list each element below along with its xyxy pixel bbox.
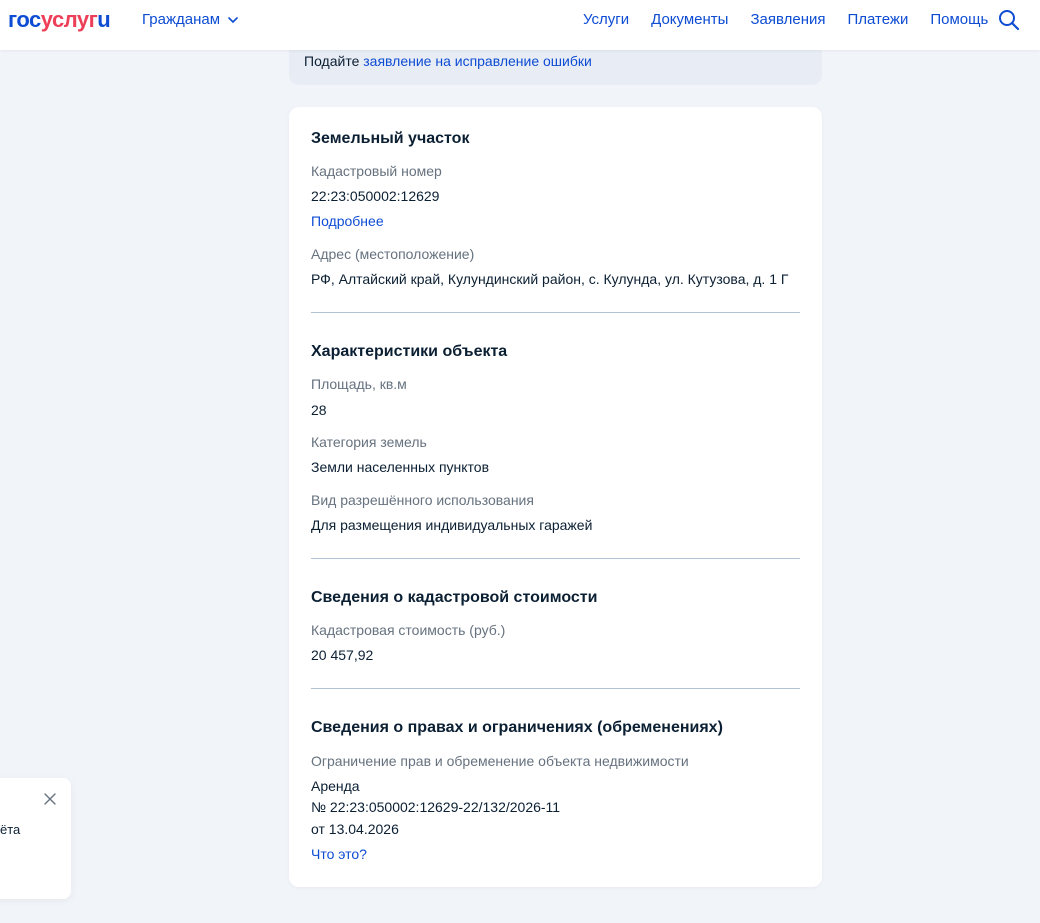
characteristics-section-title: Характеристики объекта	[311, 343, 508, 360]
restriction-type: Аренда	[311, 778, 360, 794]
cadastral-number-label: Кадастровый номер	[311, 163, 442, 179]
logo-part-1: гос	[8, 7, 41, 32]
notice-prefix: Подайте	[304, 53, 360, 69]
search-icon[interactable]	[998, 9, 1020, 31]
land-category-label: Категория земель	[311, 434, 427, 450]
address-value: РФ, Алтайский край, Кулундинский район, …	[311, 271, 789, 287]
property-card: Земельный участок Кадастровый номер 22:2…	[289, 107, 822, 887]
chevron-down-icon	[228, 17, 238, 23]
more-details-link[interactable]: Подробнее	[311, 212, 384, 230]
cadastral-cost-value: 20 457,92	[311, 647, 374, 663]
error-fix-link[interactable]: заявление на исправление ошибки	[363, 53, 592, 69]
restriction-label: Ограничение прав и обременение объекта н…	[311, 753, 689, 769]
area-value: 28	[311, 402, 327, 418]
rights-section-title: Сведения о правах и ограничениях (обреме…	[311, 719, 723, 736]
section-divider	[311, 312, 800, 313]
land-category-value: Земли населенных пунктов	[311, 459, 490, 475]
land-section-title: Земельный участок	[311, 130, 470, 147]
nav-documents[interactable]: Документы	[651, 11, 728, 29]
top-header: госуслугu Гражданам Услуги Документы Зая…	[0, 0, 1040, 50]
cost-section-title: Сведения о кадастровой стоимости	[311, 589, 598, 606]
cadastral-number-value: 22:23:050002:12629	[311, 188, 440, 204]
section-divider	[311, 558, 800, 559]
restriction-number: № 22:23:050002:12629-22/132/2026-11	[311, 799, 561, 815]
permitted-use-label: Вид разрешённого использования	[311, 492, 534, 508]
cadastral-cost-label: Кадастровая стоимость (руб.)	[311, 622, 506, 638]
nav-services[interactable]: Услуги	[583, 11, 629, 29]
area-label: Площадь, кв.м	[311, 376, 407, 392]
popup-text: ёта	[0, 822, 21, 837]
audience-dropdown[interactable]: Гражданам	[142, 11, 238, 29]
side-popup: ёта	[0, 778, 71, 899]
address-label: Адрес (местоположение)	[311, 246, 475, 262]
nav-help[interactable]: Помощь	[930, 11, 988, 29]
what-is-this-link[interactable]: Что это?	[311, 845, 367, 863]
close-icon[interactable]	[43, 792, 57, 806]
logo-part-3: u	[97, 7, 111, 32]
nav-payments[interactable]: Платежи	[848, 11, 909, 29]
section-divider	[311, 688, 800, 689]
notice-text: Подайте заявление на исправление ошибки	[304, 53, 592, 69]
gosuslugi-logo[interactable]: госуслугu	[8, 7, 111, 33]
logo-part-2: услуг	[40, 7, 98, 32]
nav-applications[interactable]: Заявления	[750, 11, 825, 29]
permitted-use-value: Для размещения индивидуальных гаражей	[311, 517, 593, 533]
audience-label: Гражданам	[142, 11, 221, 28]
restriction-date: от 13.04.2026	[311, 821, 399, 837]
main-nav: Услуги Документы Заявления Платежи Помощ…	[583, 11, 1010, 29]
